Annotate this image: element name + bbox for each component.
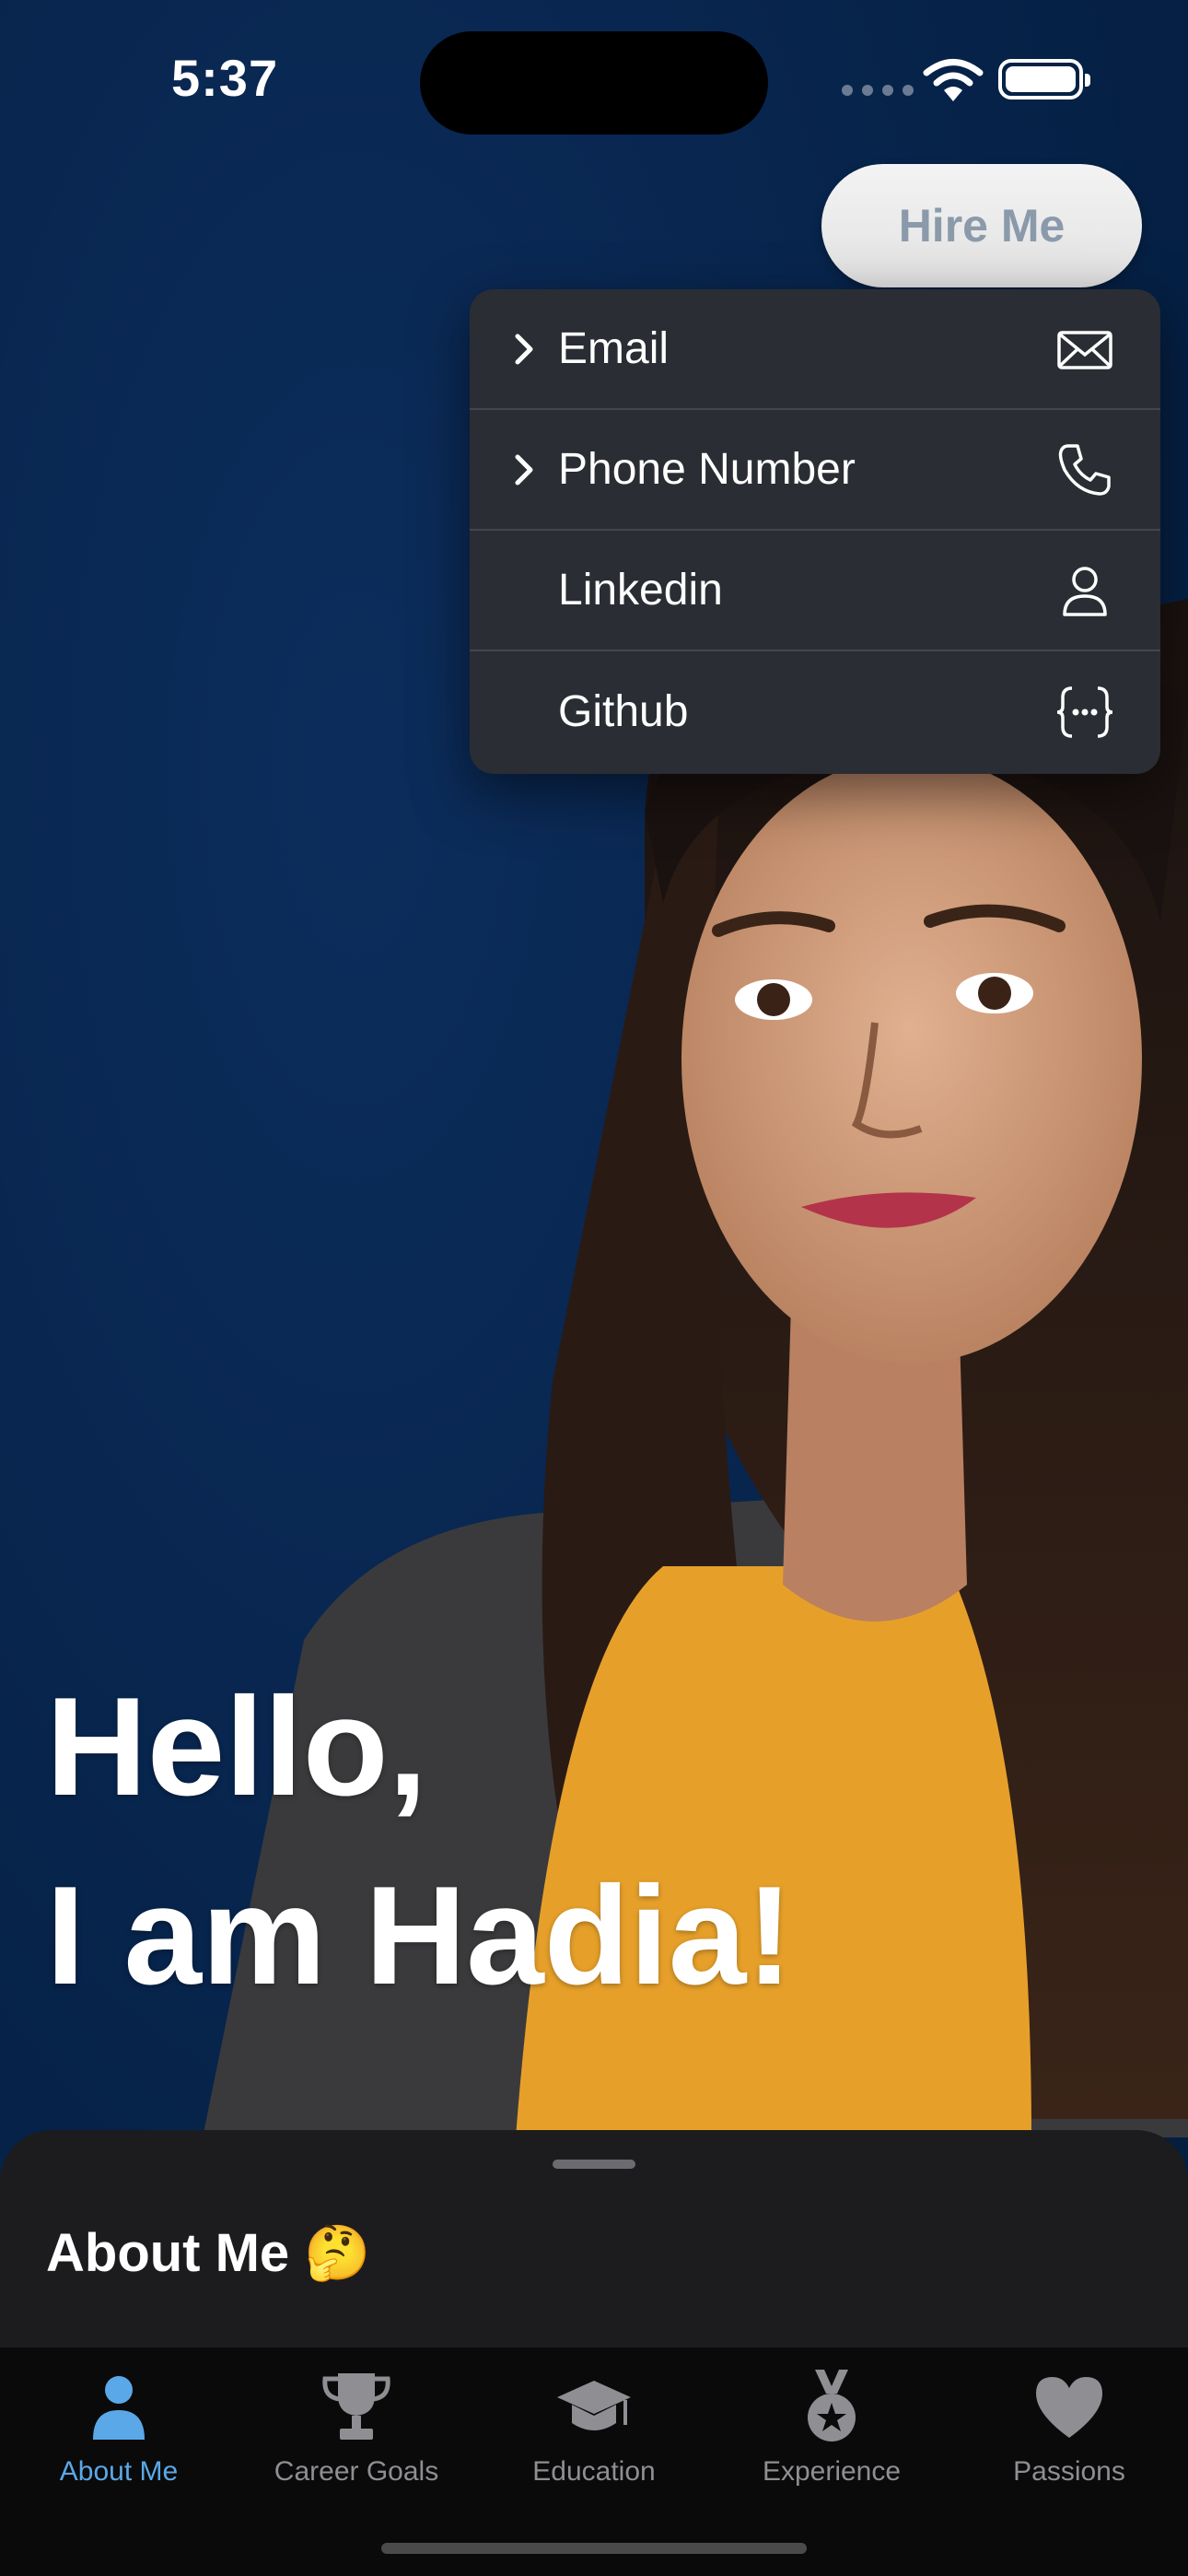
tab-label: Career Goals [274,2456,439,2487]
envelope-icon [1057,330,1112,369]
tab-label: Passions [1013,2456,1125,2487]
trophy-icon [322,2373,390,2440]
menu-item-linkedin[interactable]: Linkedin [470,531,1160,651]
status-time: 5:37 [171,49,279,107]
home-indicator[interactable] [381,2543,807,2554]
battery-icon [998,59,1090,100]
chevron-right-icon [515,334,533,364]
about-me-sheet[interactable]: About Me 🤔 [0,2130,1188,2351]
sheet-title: About Me 🤔 [46,2223,371,2283]
menu-item-label: Github [558,687,689,736]
tab-about-me[interactable]: About Me [0,2368,238,2488]
chevron-right-icon [515,454,533,485]
cellular-signal-icon [842,85,914,96]
contact-menu: Email Phone Number Linkedin Github [470,289,1160,774]
menu-item-phone[interactable]: Phone Number [470,410,1160,531]
menu-item-github[interactable]: Github [470,651,1160,772]
menu-item-label: Email [558,324,670,373]
hire-me-button[interactable]: Hire Me [821,164,1142,287]
tab-career-goals[interactable]: Career Goals [238,2368,475,2488]
menu-item-label: Phone Number [558,445,856,494]
phone-icon [1058,443,1111,496]
heart-icon [1036,2377,1102,2438]
medal-icon [808,2370,856,2441]
tab-label: Experience [762,2456,902,2487]
greeting-line-1: Hello, [46,1669,427,1825]
menu-item-email[interactable]: Email [470,289,1160,410]
curly-braces-icon [1056,685,1113,738]
person-icon [93,2376,145,2440]
sheet-grabber[interactable] [553,2160,635,2169]
graduation-cap-icon [557,2381,631,2430]
tab-experience[interactable]: Experience [713,2368,950,2488]
wifi-icon [923,59,984,101]
dynamic-island [420,31,768,135]
person-icon [1063,566,1107,616]
tab-bar: About Me Career Goals Education Experien… [0,2348,1188,2576]
menu-item-label: Linkedin [558,566,723,615]
tab-label: Education [532,2456,656,2487]
tab-label: About Me [59,2456,179,2487]
tab-education[interactable]: Education [475,2368,713,2488]
tab-passions[interactable]: Passions [950,2368,1188,2488]
greeting-line-2: I am Hadia! [46,1857,793,2014]
